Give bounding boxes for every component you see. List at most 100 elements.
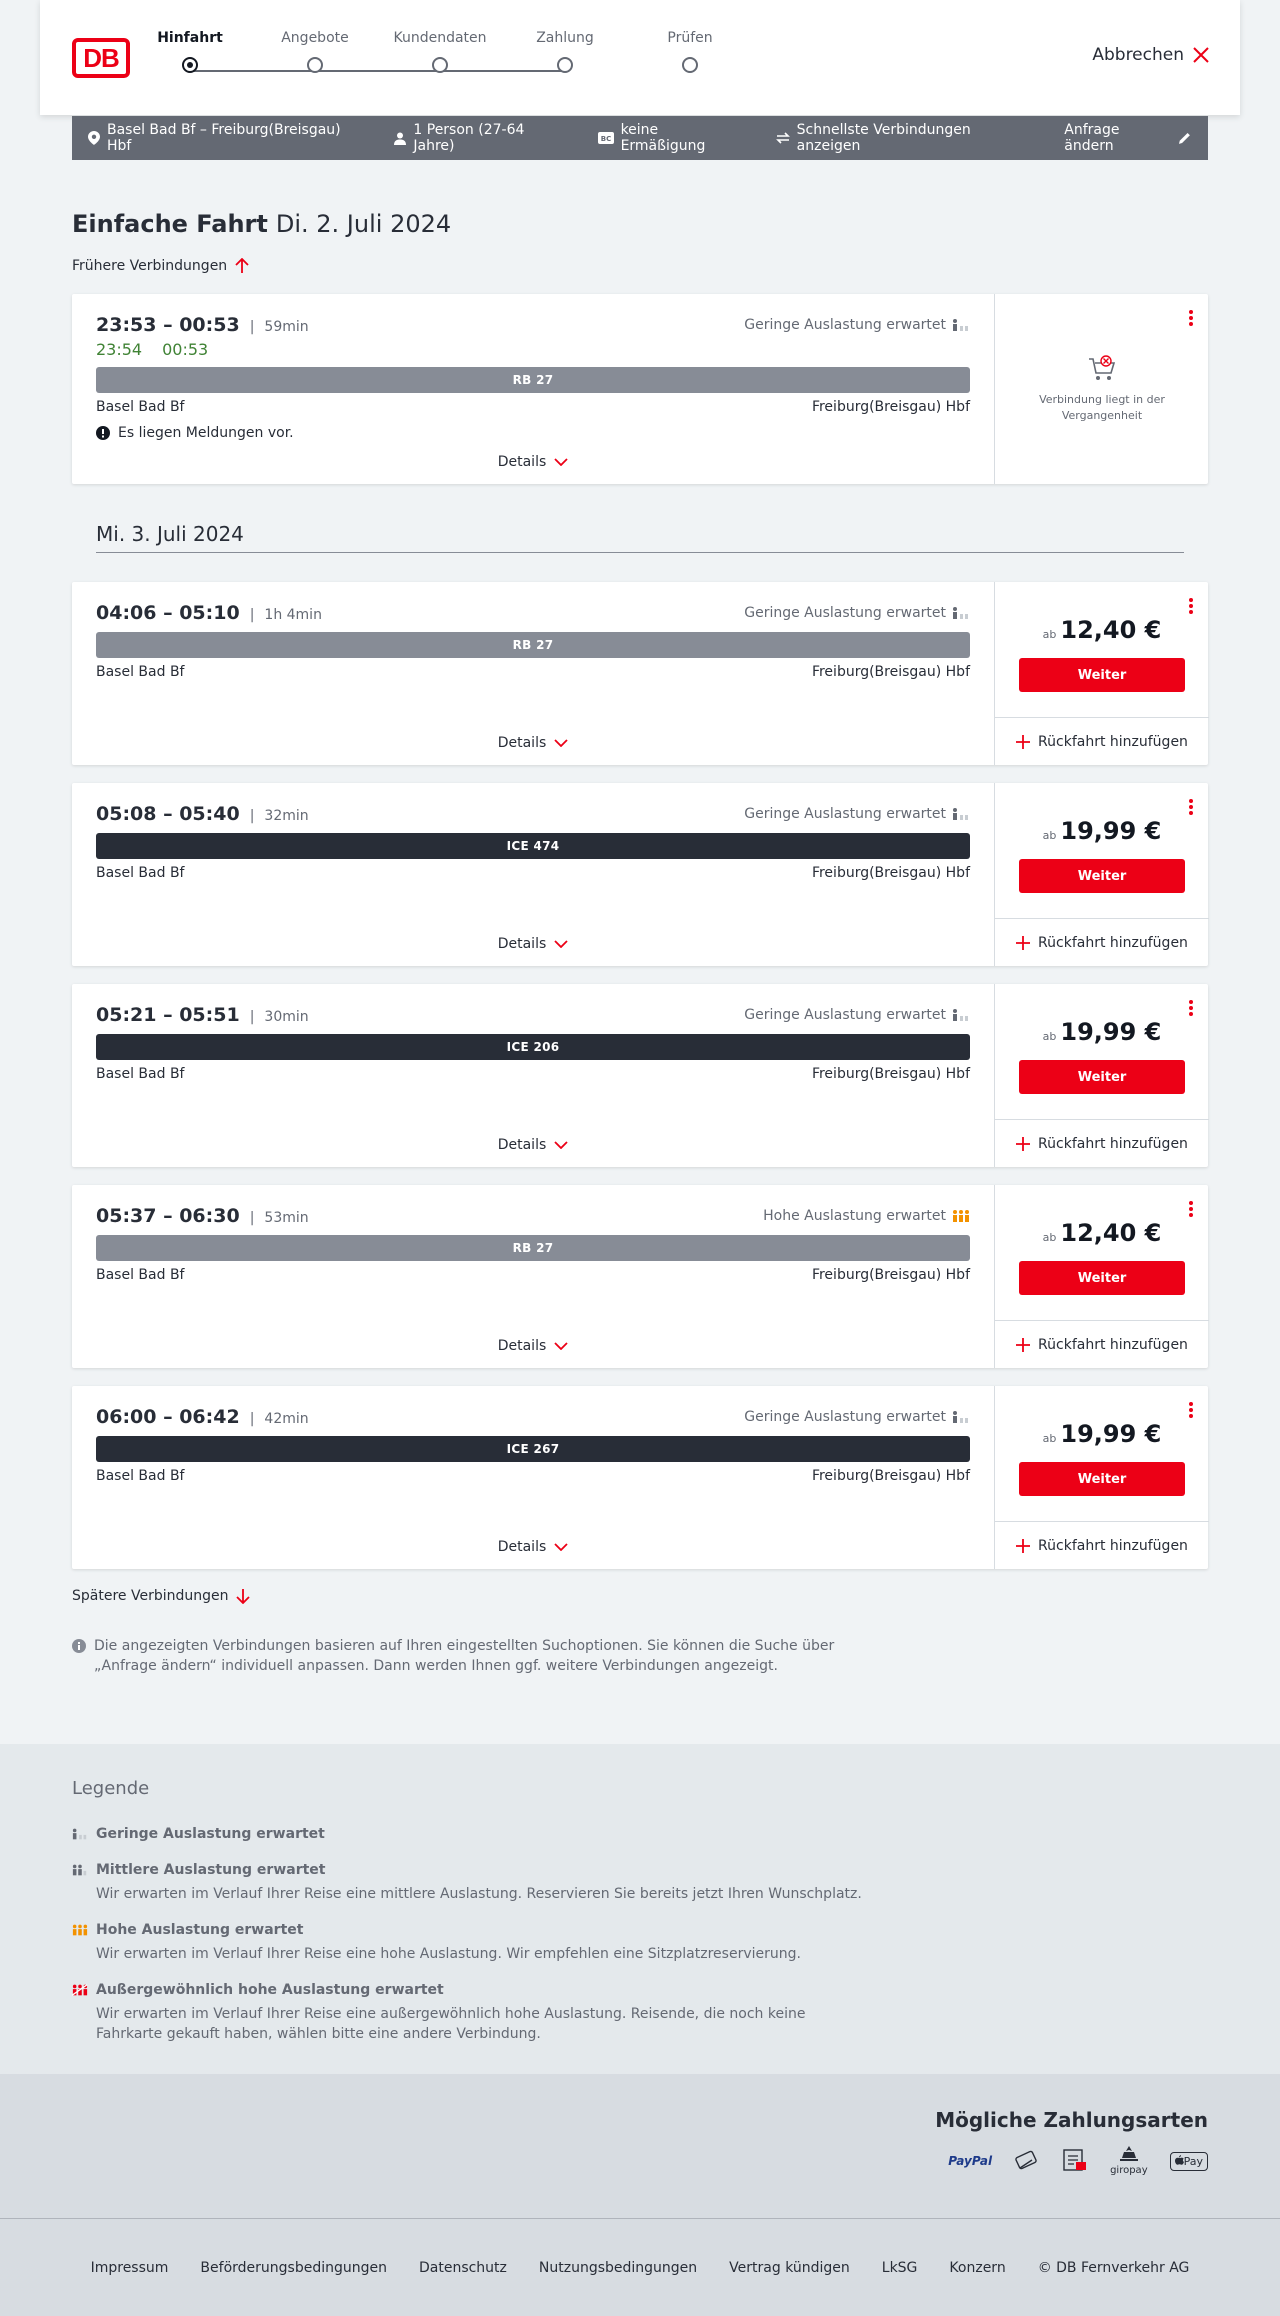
details-toggle[interactable]: Details [72, 1539, 994, 1555]
departure-arrival: 05:21 – 05:51 [96, 1004, 240, 1026]
train-bar[interactable]: ICE 474 [96, 833, 970, 859]
arrival-station: Freiburg(Breisgau) Hbf [811, 664, 970, 680]
details-label: Details [497, 936, 547, 952]
price-block: ab 19,99 € Weiter [995, 1018, 1209, 1094]
connection-card: 05:21 – 05:51 | 30min Geringe Auslastung… [72, 984, 1209, 1167]
legend-item-medium: Mittlere Auslastung erwartet Wir erwarte… [72, 1862, 872, 1904]
legend-title: Legende [72, 1778, 150, 1799]
footer-link-befoerderungsbedingungen[interactable]: Beförderungsbedingungen [200, 2260, 387, 2276]
db-logo[interactable]: DB [72, 38, 130, 78]
train-bar[interactable]: RB 27 [96, 632, 970, 658]
plus-icon [1016, 935, 1031, 950]
step-label: Kundendaten [393, 30, 487, 46]
more-options-icon[interactable] [1188, 598, 1194, 616]
connection-card: 05:08 – 05:40 | 32min Geringe Auslastung… [72, 783, 1209, 966]
later-connections-link[interactable]: Spätere Verbindungen [72, 1588, 251, 1604]
step-zahlung: Zahlung [505, 30, 625, 73]
more-options-icon[interactable] [1188, 799, 1194, 817]
duration: 1h 4min [264, 607, 322, 623]
cancel-button[interactable]: Abbrechen [1092, 45, 1210, 65]
earlier-connections-link[interactable]: Frühere Verbindungen [72, 258, 249, 274]
add-return-label: Rückfahrt hinzufügen [1038, 934, 1188, 951]
add-return-label: Rückfahrt hinzufügen [1038, 1537, 1188, 1554]
departure-arrival: 23:53 – 00:53 [96, 314, 240, 336]
add-return-label: Rückfahrt hinzufügen [1038, 1336, 1188, 1353]
close-icon [1193, 47, 1209, 63]
details-toggle[interactable]: Details [72, 454, 994, 470]
connection-card: 04:06 – 05:10 | 1h 4min Geringe Auslastu… [72, 582, 1209, 765]
arrival-station: Freiburg(Breisgau) Hbf [811, 1066, 970, 1082]
continue-button[interactable]: Weiter [1019, 1462, 1185, 1496]
price-block: ab 19,99 € Weiter [995, 1420, 1209, 1496]
legend-heading: Mittlere Auslastung erwartet [96, 1862, 326, 1878]
step-hinfahrt: Hinfahrt [130, 30, 250, 73]
footer-link-vertrag-kuendigen[interactable]: Vertrag kündigen [729, 2260, 850, 2276]
more-options-icon[interactable] [1188, 1201, 1194, 1219]
footer-link-konzern[interactable]: Konzern [949, 2260, 1005, 2276]
price-panel: Verbindung liegt in der Vergangenheit [994, 294, 1208, 484]
departure-station: Basel Bad Bf [96, 664, 185, 680]
load-text: Geringe Auslastung erwartet [744, 1007, 946, 1023]
add-return-button[interactable]: Rückfahrt hinzufügen [995, 918, 1209, 966]
footer-link-impressum[interactable]: Impressum [91, 2260, 169, 2276]
arrival-station: Freiburg(Breisgau) Hbf [811, 1267, 970, 1283]
duration: 53min [264, 1210, 309, 1226]
low-load-icon [72, 1828, 87, 1840]
details-toggle[interactable]: Details [72, 1137, 994, 1153]
price-prefix: ab [1042, 1432, 1057, 1445]
details-toggle[interactable]: Details [72, 936, 994, 952]
departure-station: Basel Bad Bf [96, 1066, 185, 1082]
day-heading: Mi. 3. Juli 2024 [96, 522, 1184, 553]
apple-pay-icon: Pay [1169, 2151, 1208, 2171]
chevron-down-icon [554, 1342, 568, 1350]
step-label: Zahlung [536, 30, 594, 46]
more-options-icon[interactable] [1188, 310, 1194, 328]
train-bar[interactable]: RB 27 [96, 367, 970, 393]
low-load-icon [953, 808, 968, 820]
low-load-icon [953, 1009, 968, 1021]
continue-button[interactable]: Weiter [1019, 1060, 1185, 1094]
train-bar[interactable]: ICE 267 [96, 1436, 970, 1462]
details-toggle[interactable]: Details [72, 1338, 994, 1354]
details-toggle[interactable]: Details [72, 735, 994, 751]
legend-section: Legende Geringe Auslastung erwartet Mitt… [0, 1744, 1280, 2074]
add-return-button[interactable]: Rückfahrt hinzufügen [995, 717, 1209, 765]
giropay-graphic [1119, 2146, 1138, 2161]
info-text: Die angezeigten Verbindungen basieren au… [94, 1638, 835, 1674]
arrival-station: Freiburg(Breisgau) Hbf [811, 865, 970, 881]
continue-button[interactable]: Weiter [1019, 859, 1185, 893]
edit-query-button[interactable]: Anfrage ändern [1064, 122, 1192, 154]
train-bar[interactable]: ICE 206 [96, 1034, 970, 1060]
passengers-text: 1 Person (27-64 Jahre) [413, 122, 525, 154]
connection-card: 05:37 – 06:30 | 53min Hohe Auslastung er… [72, 1185, 1209, 1368]
legend-heading: Hohe Auslastung erwartet [96, 1922, 304, 1938]
more-options-icon[interactable] [1188, 1000, 1194, 1018]
continue-button[interactable]: Weiter [1019, 658, 1185, 692]
search-summary-bar: Basel Bad Bf – Freiburg(Breisgau) Hbf 1 … [72, 116, 1208, 160]
footer-link-nutzungsbedingungen[interactable]: Nutzungsbedingungen [539, 2260, 697, 2276]
train-bar[interactable]: RB 27 [96, 1235, 970, 1261]
add-return-button[interactable]: Rückfahrt hinzufügen [995, 1320, 1209, 1368]
progress-stepper: Hinfahrt Angebote Kundendaten Zahlung Pr… [157, 30, 713, 90]
add-return-button[interactable]: Rückfahrt hinzufügen [995, 1119, 1209, 1167]
legend-heading: Geringe Auslastung erwartet [96, 1826, 325, 1842]
load-indicator: Geringe Auslastung erwartet [744, 317, 970, 333]
fastest-text: Schnellste Verbindungen anzeigen [796, 122, 971, 154]
footer-link-datenschutz[interactable]: Datenschutz [419, 2260, 507, 2276]
high-load-icon [72, 1924, 88, 1936]
connection-card: 06:00 – 06:42 | 42min Geringe Auslastung… [72, 1386, 1209, 1569]
footer-link-lksg[interactable]: LkSG [882, 2260, 918, 2276]
giropay-icon: giropay [1110, 2146, 1148, 2176]
separator: | [249, 1210, 255, 1226]
step-kundendaten: Kundendaten [380, 30, 500, 73]
realtime-departure: 23:54 [96, 340, 143, 359]
notice: Es liegen Meldungen vor. [96, 425, 970, 441]
separator: | [249, 1411, 255, 1427]
separator: | [249, 1009, 255, 1025]
more-options-icon[interactable] [1188, 1402, 1194, 1420]
summary-passengers: 1 Person (27-64 Jahre) [394, 122, 565, 154]
continue-button[interactable]: Weiter [1019, 1261, 1185, 1295]
add-return-button[interactable]: Rückfahrt hinzufügen [995, 1521, 1209, 1569]
price-panel: ab 19,99 € Weiter Rückfahrt hinzufügen [994, 783, 1209, 966]
pencil-icon [1179, 132, 1191, 144]
